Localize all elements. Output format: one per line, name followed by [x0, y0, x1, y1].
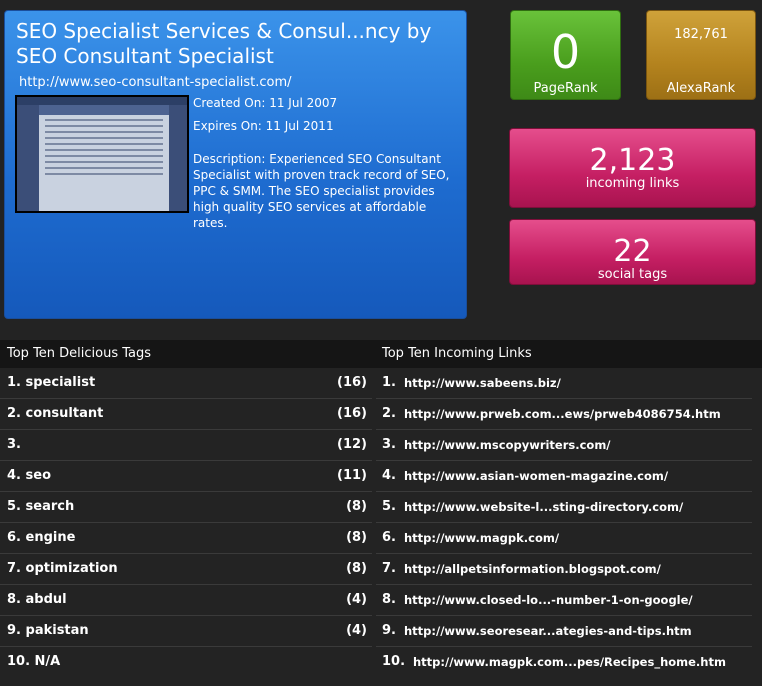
incoming-link[interactable]: http://www.seoresear...ategies-and-tips.…: [404, 624, 692, 638]
tag-row: 8. abdul (4): [0, 585, 372, 616]
incoming-link[interactable]: http://www.mscopywriters.com/: [404, 438, 611, 452]
incoming-link[interactable]: http://www.prweb.com...ews/prweb4086754.…: [404, 407, 721, 421]
created-date: Created On: 11 Jul 2007: [193, 96, 338, 110]
link-row: 7. http://allpetsinformation.blogspot.co…: [376, 554, 752, 585]
link-rank: 4.: [382, 468, 396, 483]
tag-row: 6. engine (8): [0, 523, 372, 554]
link-rank: 9.: [382, 623, 396, 638]
site-thumbnail[interactable]: [15, 95, 189, 213]
site-title: SEO Specialist Services & Consul...ncy b…: [16, 19, 432, 68]
tag-name: 8. abdul: [7, 592, 67, 607]
tag-count: (12): [337, 437, 367, 452]
tag-count: (4): [346, 592, 367, 607]
incoming-link[interactable]: http://www.magpk.com...pes/Recipes_home.…: [413, 655, 726, 669]
incoming-link[interactable]: http://www.magpk.com/: [404, 531, 559, 545]
link-row: 5. http://www.website-l...sting-director…: [376, 492, 752, 523]
tag-name: 1. specialist: [7, 375, 96, 390]
link-row: 2. http://www.prweb.com...ews/prweb40867…: [376, 399, 752, 430]
alexarank-label: AlexaRank: [666, 81, 736, 96]
tag-count: (8): [346, 561, 367, 576]
social-tags-value: 22: [613, 234, 652, 269]
thumbnail-text-line: [45, 149, 163, 151]
links-panel-title: Top Ten Incoming Links: [382, 346, 532, 361]
incoming-links-label: incoming links: [585, 176, 680, 191]
pagerank-tile: 0 PageRank: [510, 10, 621, 100]
link-rank: 8.: [382, 592, 396, 607]
tag-row: 7. optimization (8): [0, 554, 372, 585]
site-url-link[interactable]: http://www.seo-consultant-specialist.com…: [19, 75, 292, 90]
tags-panel-title: Top Ten Delicious Tags: [7, 346, 152, 361]
thumbnail-text-line: [45, 125, 163, 127]
site-description: Description: Experienced SEO Consultant …: [193, 152, 450, 230]
thumbnail-text-line: [45, 131, 163, 133]
incoming-link[interactable]: http://www.website-l...sting-directory.c…: [404, 500, 683, 514]
thumbnail-text-line: [45, 137, 163, 139]
alexarank-value: 182,761: [674, 27, 728, 42]
tag-count: (4): [346, 623, 367, 638]
tag-count: (8): [346, 530, 367, 545]
delicious-tags-list: 1. specialist (16) 2. consultant (16) 3.…: [0, 368, 372, 678]
tag-row: 9. pakistan (4): [0, 616, 372, 647]
incoming-link[interactable]: http://www.closed-lo...-number-1-on-goog…: [404, 593, 693, 607]
thumbnail-text-line: [45, 143, 163, 145]
thumbnail-text-line: [45, 167, 163, 169]
link-row: 4. http://www.asian-women-magazine.com/: [376, 461, 752, 492]
pagerank-label: PageRank: [533, 81, 598, 96]
thumbnail-left-column: [17, 105, 39, 211]
tag-name: 2. consultant: [7, 406, 104, 421]
pagerank-value: 0: [550, 25, 581, 79]
alexarank-tile: 182,761 AlexaRank: [646, 10, 756, 100]
social-tags-tile: 22 social tags: [509, 219, 756, 285]
tag-count: (11): [337, 468, 367, 483]
thumbnail-text-line: [45, 161, 163, 163]
tag-count: (16): [337, 406, 367, 421]
tag-row: 2. consultant (16): [0, 399, 372, 430]
expires-date: Expires On: 11 Jul 2011: [193, 119, 334, 133]
link-rank: 2.: [382, 406, 396, 421]
incoming-links-list: 1. http://www.sabeens.biz/ 2. http://www…: [376, 368, 752, 678]
thumbnail-text-line: [45, 119, 163, 121]
link-rank: 7.: [382, 561, 396, 576]
tag-name: 6. engine: [7, 530, 76, 545]
link-row: 1. http://www.sabeens.biz/: [376, 368, 752, 399]
link-row: 3. http://www.mscopywriters.com/: [376, 430, 752, 461]
link-rank: 3.: [382, 437, 396, 452]
tag-row: 10. N/A: [0, 647, 372, 678]
link-row: 6. http://www.magpk.com/: [376, 523, 752, 554]
incoming-link[interactable]: http://www.sabeens.biz/: [404, 376, 561, 390]
incoming-links-value: 2,123: [589, 143, 676, 178]
tag-count: (8): [346, 499, 367, 514]
incoming-link[interactable]: http://www.asian-women-magazine.com/: [404, 469, 668, 483]
tag-name: 4. seo: [7, 468, 51, 483]
incoming-links-tile: 2,123 incoming links: [509, 128, 756, 208]
thumbnail-text-line: [45, 173, 163, 175]
tag-row: 4. seo (11): [0, 461, 372, 492]
tag-name: 5. search: [7, 499, 75, 514]
thumbnail-page-header: [39, 105, 169, 115]
incoming-link[interactable]: http://allpetsinformation.blogspot.com/: [404, 562, 661, 576]
thumbnail-text-line: [45, 155, 163, 157]
tag-count: (16): [337, 375, 367, 390]
tag-row: 3. (12): [0, 430, 372, 461]
link-rank: 6.: [382, 530, 396, 545]
link-rank: 5.: [382, 499, 396, 514]
tag-row: 1. specialist (16): [0, 368, 372, 399]
link-row: 9. http://www.seoresear...ategies-and-ti…: [376, 616, 752, 647]
site-info-card: SEO Specialist Services & Consul...ncy b…: [4, 10, 467, 319]
link-rank: 1.: [382, 375, 396, 390]
link-row: 8. http://www.closed-lo...-number-1-on-g…: [376, 585, 752, 616]
tag-name: 7. optimization: [7, 561, 118, 576]
link-rank: 10.: [382, 654, 406, 669]
social-tags-label: social tags: [597, 267, 668, 282]
link-row: 10. http://www.magpk.com...pes/Recipes_h…: [376, 647, 752, 678]
tag-row: 5. search (8): [0, 492, 372, 523]
thumbnail-top-bar: [17, 97, 187, 105]
tag-name: 9. pakistan: [7, 623, 89, 638]
tag-name: 10. N/A: [7, 654, 61, 669]
tag-name: 3.: [7, 437, 21, 452]
thumbnail-page: [39, 105, 169, 211]
